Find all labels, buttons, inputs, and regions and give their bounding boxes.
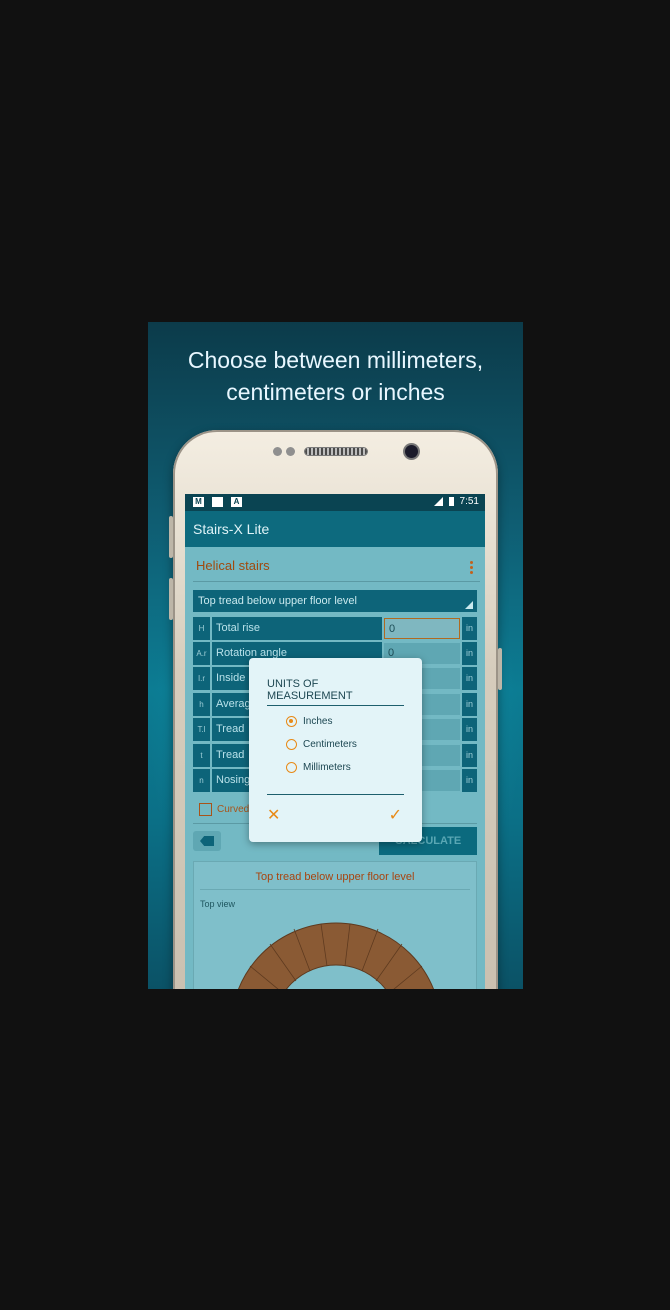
speaker-grille (305, 448, 367, 455)
checkbox-icon (199, 803, 212, 816)
camera-icon (405, 445, 418, 458)
app-title: Stairs-X Lite (193, 521, 270, 537)
radio-icon (286, 739, 297, 750)
option-millimeters[interactable]: Millimeters (286, 762, 351, 773)
power-button (498, 648, 502, 690)
result-panel: Top tread below upper floor level Top vi… (193, 861, 477, 989)
row-unit: in (462, 744, 477, 767)
close-icon[interactable]: ✕ (267, 808, 280, 824)
dialog-divider (267, 794, 404, 795)
option-centimeters[interactable]: Centimeters (286, 739, 357, 750)
sensor-icon (273, 447, 282, 456)
backspace-icon (200, 836, 214, 846)
dropdown-value: Top tread below upper floor level (198, 595, 357, 607)
sensor-icon-2 (286, 447, 295, 456)
volume-button-2 (169, 578, 173, 620)
volume-button (169, 516, 173, 558)
row-unit: in (462, 769, 477, 792)
promo-frame: Choose between millimeters, centimeters … (148, 322, 523, 989)
row-symbol: h (193, 693, 210, 716)
curved-label: Curved (217, 804, 250, 815)
total-rise-input[interactable]: 0 (384, 618, 460, 639)
option-label: Inches (303, 716, 333, 727)
app-bar: Stairs-X Lite (185, 511, 485, 547)
check-icon[interactable]: ✓ (389, 808, 402, 824)
row-symbol: I.r (193, 667, 210, 690)
row-unit: in (462, 617, 477, 640)
row-label: Total rise (212, 617, 382, 640)
overflow-menu-icon[interactable] (470, 559, 474, 576)
clock: 7:51 (459, 496, 479, 507)
sd-card-icon (212, 497, 223, 507)
row-symbol: n (193, 769, 210, 792)
radio-icon (286, 762, 297, 773)
row-unit: in (462, 667, 477, 690)
row-symbol: A.r (193, 642, 210, 665)
radio-selected-icon (286, 716, 297, 727)
curved-checkbox[interactable]: Curved (199, 803, 249, 816)
stair-top-view (238, 922, 434, 989)
stair-type-dropdown[interactable]: Top tread below upper floor level (193, 590, 477, 612)
headline: Choose between millimeters, centimeters … (148, 344, 523, 408)
headline-line-2: centimeters or inches (226, 379, 445, 405)
dialog-title: UNITS OF MEASUREMENT (267, 678, 404, 706)
a-icon: A (231, 497, 242, 507)
option-inches[interactable]: Inches (286, 716, 332, 727)
row-unit: in (462, 642, 477, 665)
signal-icon (433, 497, 443, 506)
section-title: Helical stairs (196, 558, 270, 573)
row-symbol: T.l (193, 718, 210, 741)
section-header: Helical stairs (193, 551, 480, 582)
row-symbol: t (193, 744, 210, 767)
status-bar: M A 7:51 (185, 494, 485, 511)
row-unit: in (462, 718, 477, 741)
input-row: H Total rise 0 in (193, 617, 477, 640)
option-label: Centimeters (303, 739, 357, 750)
dropdown-arrow-icon (465, 601, 473, 609)
row-unit: in (462, 693, 477, 716)
battery-icon (448, 497, 454, 506)
option-label: Millimeters (303, 762, 351, 773)
headline-line-1: Choose between millimeters, (187, 347, 484, 373)
row-symbol: H (193, 617, 210, 640)
panel-title: Top tread below upper floor level (200, 871, 470, 890)
clear-button[interactable] (193, 831, 221, 851)
gmail-icon: M (193, 497, 204, 507)
units-dialog: UNITS OF MEASUREMENT Inches Centimeters … (249, 658, 422, 842)
